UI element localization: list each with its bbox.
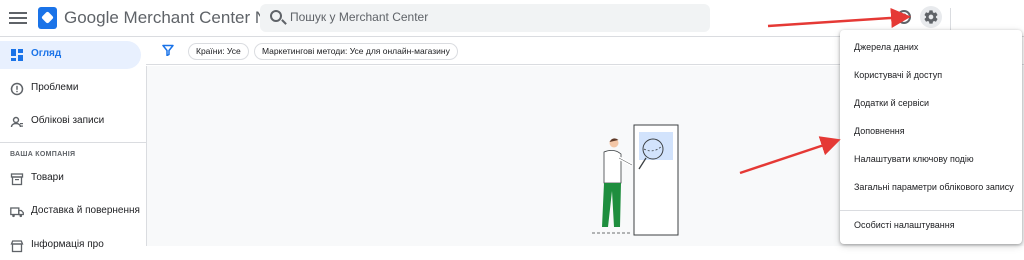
truck-icon bbox=[10, 207, 24, 218]
menu-item-label: Налаштувати ключову подію bbox=[854, 154, 974, 164]
search-input[interactable] bbox=[290, 10, 690, 24]
settings-dropdown-menu: Джерела даних Користувачі й доступ Додат… bbox=[840, 30, 1022, 244]
sidebar-item-business-info[interactable]: Інформація про bbox=[0, 232, 141, 260]
menu-item-label: Користувачі й доступ bbox=[854, 70, 943, 80]
menu-item-apps-services[interactable]: Додатки й сервіси bbox=[840, 92, 1022, 116]
accounts-icon bbox=[10, 116, 23, 128]
sidebar-item-accounts[interactable]: Облікові записи bbox=[0, 108, 141, 136]
filter-chip-countries[interactable]: Країни: Усе bbox=[188, 43, 249, 60]
menu-item-account-settings[interactable]: Загальні параметри облікового запису bbox=[840, 176, 1022, 200]
inventory-icon bbox=[10, 173, 24, 186]
menu-item-label: Загальні параметри облікового запису bbox=[854, 182, 1014, 192]
menu-item-key-event-setup[interactable]: Налаштувати ключову подію bbox=[840, 148, 1022, 172]
merchant-center-logo[interactable] bbox=[38, 7, 57, 29]
menu-item-label: Додатки й сервіси bbox=[854, 98, 929, 108]
empty-state-illustration bbox=[592, 124, 679, 236]
menu-item-label: Особисті налаштування bbox=[854, 220, 955, 230]
filter-chip-marketing-methods[interactable]: Маркетингові методи: Усе для онлайн-мага… bbox=[254, 43, 458, 60]
sidebar-item-label: Огляд bbox=[31, 48, 62, 59]
alert-circle-icon bbox=[10, 82, 24, 96]
help-icon[interactable]: ? bbox=[897, 10, 911, 24]
menu-item-label: Доповнення bbox=[854, 126, 905, 136]
filter-icon[interactable] bbox=[162, 44, 174, 56]
menu-item-data-sources[interactable]: Джерела даних bbox=[840, 36, 1022, 60]
sidebar-item-label: Проблеми bbox=[31, 82, 79, 93]
sidebar-item-label: Доставка й повернення bbox=[31, 205, 140, 216]
menu-item-users-access[interactable]: Користувачі й доступ bbox=[840, 64, 1022, 88]
menu-item-label: Джерела даних bbox=[854, 42, 919, 52]
menu-divider bbox=[840, 210, 1022, 211]
dashboard-icon bbox=[11, 49, 23, 61]
header-divider bbox=[950, 8, 951, 30]
sidebar-item-label: Інформація про bbox=[31, 239, 104, 250]
sidebar-item-issues[interactable]: Проблеми bbox=[0, 75, 141, 103]
sidebar-divider bbox=[0, 142, 146, 143]
gear-icon[interactable] bbox=[920, 6, 942, 28]
sidebar-item-label: Товари bbox=[31, 172, 64, 183]
sidebar-item-products[interactable]: Товари bbox=[0, 165, 141, 193]
menu-item-add-ons[interactable]: Доповнення bbox=[840, 120, 1022, 144]
sidebar-item-overview[interactable]: Огляд bbox=[0, 41, 141, 69]
sidebar: Огляд Проблеми Облікові записи ВАША КОМП… bbox=[0, 37, 146, 253]
menu-item-personal-settings[interactable]: Особисті налаштування bbox=[840, 214, 1022, 238]
store-icon bbox=[10, 240, 24, 253]
sidebar-item-shipping[interactable]: Доставка й повернення bbox=[0, 198, 141, 226]
sidebar-item-label: Облікові записи bbox=[31, 115, 105, 126]
hamburger-menu-icon[interactable] bbox=[9, 9, 27, 27]
app-title: Google Merchant Center Next bbox=[64, 8, 290, 27]
sidebar-section-label: ВАША КОМПАНІЯ bbox=[10, 151, 76, 158]
search-box[interactable] bbox=[260, 4, 710, 32]
search-icon bbox=[270, 10, 282, 22]
